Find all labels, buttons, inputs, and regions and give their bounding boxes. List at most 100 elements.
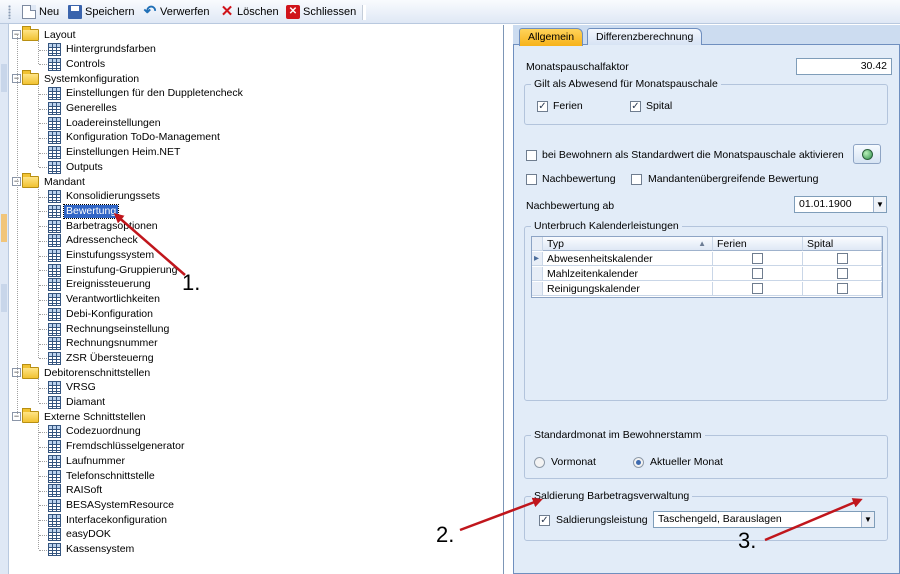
tree-leaf-node[interactable]: Debi-Konfiguration bbox=[48, 307, 155, 321]
floppy-disk-icon bbox=[68, 5, 82, 19]
tree-folder-node[interactable]: − Debitorenschnittstellen bbox=[12, 364, 152, 380]
grid-header-ferien[interactable]: Ferien bbox=[713, 237, 803, 251]
save-button[interactable]: Speichern bbox=[68, 3, 135, 21]
tree-node-label: Barbetragsoptionen bbox=[66, 219, 158, 232]
ferien-checkbox[interactable] bbox=[752, 253, 763, 264]
tree-leaf-node[interactable]: Kassensystem bbox=[48, 543, 136, 557]
tree-connector bbox=[38, 40, 39, 65]
tree-leaf-node[interactable]: Bewertung bbox=[48, 203, 120, 219]
folder-icon bbox=[22, 173, 39, 188]
cross-client-checkbox[interactable] bbox=[631, 174, 642, 185]
tree-leaf-node[interactable]: Rechnungsnummer bbox=[48, 337, 160, 351]
grid-header-spital[interactable]: Spital bbox=[803, 237, 882, 251]
tab-content-allgemein: Monatspauschalfaktor 30.42 Gilt als Abwe… bbox=[513, 45, 900, 574]
tree-folder-node[interactable]: − Externe Schnittstellen bbox=[12, 408, 148, 424]
prev-month-radio[interactable] bbox=[534, 457, 545, 468]
strip-marker[interactable] bbox=[1, 64, 7, 92]
spital-checkbox[interactable] bbox=[837, 283, 848, 294]
tab-differenzberechnung[interactable]: Differenzberechnung bbox=[587, 28, 703, 45]
tree-leaf-node[interactable]: ZSR Übersteuerng bbox=[48, 351, 156, 365]
tree-leaf-node[interactable]: Loadereinstellungen bbox=[48, 116, 163, 130]
current-month-radio[interactable] bbox=[633, 457, 644, 468]
tree-node-label: Controls bbox=[66, 57, 106, 70]
apply-defaults-button[interactable] bbox=[853, 144, 881, 164]
delete-button[interactable]: ✕ Löschen bbox=[220, 3, 279, 21]
table-cell-spital bbox=[803, 252, 882, 266]
table-grid-icon bbox=[48, 87, 61, 101]
hospital-checkbox[interactable]: ✓ bbox=[630, 101, 641, 112]
tree-leaf-node[interactable]: BESASystemResource bbox=[48, 498, 176, 512]
table-cell-typ[interactable]: Reinigungskalender bbox=[543, 282, 713, 296]
table-grid-icon bbox=[48, 293, 61, 307]
tree-leaf-node[interactable]: Barbetragsoptionen bbox=[48, 219, 160, 233]
balance-checkbox[interactable]: ✓ bbox=[539, 515, 550, 526]
tree-leaf-node[interactable]: Konfiguration ToDo-Management bbox=[48, 131, 222, 145]
spital-checkbox[interactable] bbox=[837, 268, 848, 279]
tree-leaf-node[interactable]: Verantwortlichkeiten bbox=[48, 293, 162, 307]
tree-folder-node[interactable]: − Systemkonfiguration bbox=[12, 70, 141, 86]
close-button[interactable]: ✕ Schliessen bbox=[286, 3, 356, 21]
balance-dropdown-icon[interactable]: ▼ bbox=[861, 512, 874, 527]
tree-leaf-node[interactable]: Telefonschnittstelle bbox=[48, 469, 157, 483]
grid-header-typ[interactable]: Typ ▲ bbox=[543, 237, 713, 251]
spital-checkbox[interactable] bbox=[837, 253, 848, 264]
table-grid-icon bbox=[48, 396, 61, 409]
tree-leaf-node[interactable]: Rechnungseinstellung bbox=[48, 322, 171, 336]
balance-select[interactable]: Taschengeld, Barauslagen ▼ bbox=[653, 511, 875, 528]
tree-leaf-node[interactable]: Hintergrundsfarben bbox=[48, 43, 158, 57]
tree-leaf-node[interactable]: Einstellungen Heim.NET bbox=[48, 146, 182, 160]
tree-leaf-node[interactable]: Ereignissteuerung bbox=[48, 278, 153, 292]
ferien-checkbox[interactable] bbox=[752, 283, 763, 294]
tree-connector bbox=[39, 167, 47, 169]
tree-folder-node[interactable]: − Mandant bbox=[12, 173, 87, 189]
tree-leaf-node[interactable]: Diamant bbox=[48, 396, 107, 410]
tree-folder-node[interactable]: − Layout bbox=[12, 26, 78, 42]
tree-leaf-node[interactable]: RAISoft bbox=[48, 484, 104, 498]
tree-connector bbox=[39, 387, 47, 389]
tree-leaf-node[interactable]: Einstufungssystem bbox=[48, 249, 156, 263]
tree-leaf-node[interactable]: Fremdschlüsselgenerator bbox=[48, 440, 186, 454]
monthly-factor-input[interactable]: 30.42 bbox=[796, 58, 892, 75]
tree-leaf-node[interactable]: Konsolidierungssets bbox=[48, 190, 162, 204]
new-document-icon bbox=[22, 5, 36, 19]
tab-allgemein[interactable]: Allgemein bbox=[519, 28, 584, 46]
tree-connector bbox=[39, 446, 47, 448]
tree-leaf-node[interactable]: Einstellungen für den Duppletencheck bbox=[48, 87, 245, 101]
tree-node-label: Konfiguration ToDo-Management bbox=[66, 131, 220, 144]
post-eval-from-date[interactable]: 01.01.1900 ▼ bbox=[794, 196, 887, 213]
tree-leaf-node[interactable]: VRSG bbox=[48, 381, 98, 395]
strip-marker-active[interactable] bbox=[1, 214, 7, 242]
default-monthly-checkbox[interactable] bbox=[526, 150, 537, 161]
table-cell-typ[interactable]: Mahlzeitenkalender bbox=[543, 267, 713, 281]
table-cell-ferien bbox=[713, 267, 803, 281]
tree-leaf-node[interactable]: Codezuordnung bbox=[48, 425, 143, 439]
strip-marker[interactable] bbox=[1, 284, 7, 312]
tree-leaf-node[interactable]: Generelles bbox=[48, 102, 119, 116]
table-grid-icon bbox=[48, 469, 61, 483]
tree-leaf-node[interactable]: Controls bbox=[48, 57, 107, 71]
toolbar: Neu Speichern ↶ Verwerfen ✕ Löschen ✕ Sc… bbox=[0, 0, 900, 24]
holidays-checkbox[interactable]: ✓ bbox=[537, 101, 548, 112]
interrupt-group-title: Unterbruch Kalenderleistungen bbox=[531, 220, 682, 232]
tree-leaf-node[interactable]: Outputs bbox=[48, 160, 105, 174]
row-indicator[interactable]: ▸ bbox=[532, 252, 543, 266]
tree-node-label: Outputs bbox=[66, 160, 103, 173]
new-button[interactable]: Neu bbox=[22, 3, 59, 21]
date-dropdown-icon[interactable]: ▼ bbox=[873, 197, 886, 212]
table-grid-icon bbox=[48, 204, 61, 218]
ferien-checkbox[interactable] bbox=[752, 268, 763, 279]
tree-leaf-node[interactable]: Einstufung-Gruppierung bbox=[48, 263, 180, 277]
post-eval-checkbox[interactable] bbox=[526, 174, 537, 185]
row-indicator[interactable] bbox=[532, 267, 543, 281]
discard-button[interactable]: ↶ Verwerfen bbox=[143, 3, 210, 21]
tree-leaf-node[interactable]: Interfacekonfiguration bbox=[48, 513, 169, 527]
tree-leaf-node[interactable]: easyDOK bbox=[48, 528, 113, 542]
table-cell-typ[interactable]: Abwesenheitskalender bbox=[543, 252, 713, 266]
absent-group-title: Gilt als Abwesend für Monatspauschale bbox=[531, 78, 721, 90]
toolbar-grip[interactable] bbox=[8, 5, 11, 19]
tree-leaf-node[interactable]: Adressencheck bbox=[48, 234, 140, 248]
balance-select-value: Taschengeld, Barauslagen bbox=[658, 513, 782, 525]
row-indicator[interactable] bbox=[532, 282, 543, 296]
tree-leaf-node[interactable]: Laufnummer bbox=[48, 454, 127, 468]
table-grid-icon bbox=[48, 351, 61, 365]
